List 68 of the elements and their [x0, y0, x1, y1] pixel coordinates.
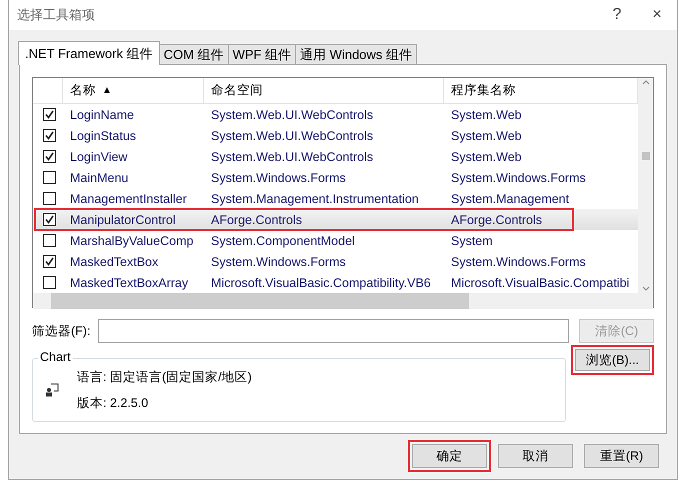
- group-title: Chart: [38, 350, 73, 364]
- table-row[interactable]: MaskedTextBox System.Windows.Forms System.Windows.Forms: [33, 251, 638, 272]
- checkbox[interactable]: [43, 213, 56, 226]
- table-row[interactable]: LoginView System.Web.UI.WebControls System.Web: [33, 146, 638, 167]
- checkbox[interactable]: [43, 150, 56, 163]
- vertical-scrollbar[interactable]: [638, 78, 653, 293]
- table-row[interactable]: ManipulatorControl AForge.Controls AForge.Controls: [33, 209, 638, 230]
- table-cell-text: AForge.Controls: [210, 212, 304, 226]
- filter-field[interactable]: [98, 319, 570, 343]
- table-cell-text: System.Management.Instrumentation: [210, 192, 420, 206]
- table-cell-text: System.ComponentModel: [210, 234, 356, 248]
- scroll-thumb[interactable]: [51, 293, 469, 309]
- dialog-button[interactable]: 取消: [498, 444, 573, 468]
- table-cell-text: System.Web.UI.WebControls: [210, 128, 374, 142]
- checkbox[interactable]: [43, 234, 56, 247]
- table-row[interactable]: MainMenu System.Windows.Forms System.Windows.Forms: [33, 167, 638, 188]
- tab[interactable]: COM 组件: [158, 44, 229, 64]
- table-cell-text: MainMenu: [69, 170, 130, 184]
- tab[interactable]: .NET Framework 组件: [18, 41, 160, 65]
- table-cell-text: MarshalByValueComp: [69, 234, 194, 248]
- table-cell-text: System: [450, 234, 494, 248]
- checkbox[interactable]: [43, 276, 56, 289]
- table-cell-text: System.Web.UI.WebControls: [210, 108, 374, 122]
- language-text: 语言: 固定语言(固定国家/地区): [77, 368, 252, 386]
- table-cell-text: System.Windows.Forms: [450, 170, 587, 184]
- horizontal-scrollbar[interactable]: [33, 293, 653, 309]
- checkbox[interactable]: [43, 171, 56, 184]
- scroll-thumb[interactable]: [642, 152, 650, 160]
- table-cell-text: System.Windows.Forms: [450, 254, 587, 268]
- table-cell-text: MaskedTextBox: [69, 254, 160, 268]
- dialog-button[interactable]: 确定: [412, 444, 487, 468]
- column-header[interactable]: 名称 ▲: [63, 78, 204, 103]
- filter-label: 筛选器(F):: [32, 322, 92, 340]
- table-cell-text: LoginStatus: [69, 128, 138, 142]
- table-cell-text: System.Windows.Forms: [210, 254, 347, 268]
- close-button[interactable]: ×: [637, 5, 677, 25]
- dialog-button[interactable]: 重置(R): [584, 444, 659, 468]
- table-cell-text: LoginView: [69, 150, 128, 164]
- version-text: 版本: 2.2.5.0: [77, 394, 150, 412]
- table-cell-text: System.Windows.Forms: [210, 170, 347, 184]
- table-cell-text: System.Management: [450, 192, 570, 206]
- table-row[interactable]: LoginStatus System.Web.UI.WebControls System.Web: [33, 125, 638, 146]
- checkbox[interactable]: [43, 255, 56, 268]
- tab[interactable]: WPF 组件: [228, 44, 296, 64]
- checkbox[interactable]: [43, 129, 56, 142]
- table-cell-text: LoginName: [69, 108, 135, 122]
- table-cell-text: ManagementInstaller: [69, 192, 188, 206]
- table-cell-text: System.Web: [450, 128, 523, 142]
- component-icon: [45, 383, 59, 397]
- table-cell-text: System.Web: [450, 108, 523, 122]
- checkbox[interactable]: [43, 192, 56, 205]
- table-cell-text: Microsoft.VisualBasic.Compatibi: [450, 276, 630, 290]
- table-cell-text: System.Web.UI.WebControls: [210, 150, 374, 164]
- table-cell-text: AForge.Controls: [450, 212, 544, 226]
- table-cell-text: System.Web: [450, 150, 523, 164]
- table-cell-text: MaskedTextBoxArray: [69, 276, 190, 290]
- table-row[interactable]: ManagementInstaller System.Management.Instrumentation System.Management: [33, 188, 638, 209]
- tab[interactable]: 通用 Windows 组件: [295, 44, 418, 64]
- help-button[interactable]: ?: [597, 5, 637, 25]
- table-row[interactable]: MaskedTextBoxArray Microsoft.VisualBasic.Compatibility.VB6 Microsoft.VisualBasic.Compatibi: [33, 272, 638, 293]
- table-cell-text: ManipulatorControl: [69, 212, 177, 226]
- table-row[interactable]: MarshalByValueComp System.ComponentModel System: [33, 230, 638, 251]
- window-title: 选择工具箱项: [17, 6, 96, 24]
- column-header[interactable]: 命名空间: [204, 78, 444, 103]
- checkbox[interactable]: [43, 108, 56, 121]
- table-cell-text: Microsoft.VisualBasic.Compatibility.VB6: [210, 276, 432, 290]
- table-row[interactable]: LoginName System.Web.UI.WebControls System.Web: [33, 104, 638, 125]
- browse-button[interactable]: 浏览(B)...: [575, 349, 650, 371]
